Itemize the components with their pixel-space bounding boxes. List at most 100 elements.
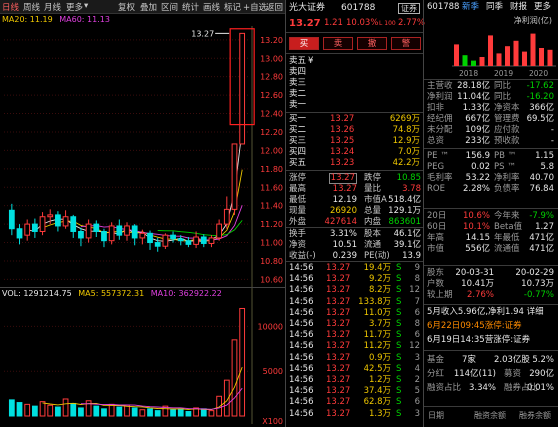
bid-row[interactable]: 买二 13.26 74.8万 bbox=[286, 125, 423, 136]
alert-button[interactable]: 警 bbox=[391, 37, 421, 50]
cancel-order-button[interactable]: 撤 bbox=[357, 37, 387, 50]
perf-cell: 流通值 bbox=[494, 244, 520, 254]
perf-row: 市值 556亿 流通值 471亿 bbox=[424, 244, 558, 255]
tick-time: 14:56 bbox=[289, 386, 314, 397]
stat-row: 现量 26920 总量 129.1万 bbox=[286, 206, 423, 217]
kline-chart-area[interactable]: MA20: 11.19 MA60: 11.13 13.20 13.00 12.80 1… bbox=[0, 14, 285, 427]
candle-body bbox=[177, 238, 184, 242]
bid-row[interactable]: 买四 13.24 7.0万 bbox=[286, 147, 423, 158]
news-item[interactable]: 6月22日09:45涨停:证券 bbox=[424, 321, 558, 332]
news-item[interactable]: 5月收入5.96亿,净利1.94 详细 bbox=[424, 307, 558, 318]
buy-button[interactable]: 买 bbox=[289, 37, 319, 50]
price-tick: 10.60 bbox=[260, 275, 283, 284]
profit-bar-chart bbox=[452, 33, 556, 67]
news-text[interactable]: 6月19日14:35营涨停:证券 bbox=[427, 335, 530, 346]
tick-price: 13.27 bbox=[326, 307, 351, 318]
stat-cell: 3.31% bbox=[329, 229, 357, 239]
perf-cell: 年高 bbox=[427, 233, 445, 243]
margin-balance-header: 融资余额 bbox=[474, 411, 506, 420]
bid-volume: 42.2万 bbox=[392, 158, 420, 168]
stock-code: 601788 bbox=[341, 3, 376, 13]
fin-cell: 未分配 bbox=[427, 125, 453, 135]
val-cell: 1.15 bbox=[535, 151, 554, 161]
ask-label: 卖二 bbox=[289, 89, 307, 99]
ask-row[interactable]: 卖三 bbox=[286, 78, 423, 89]
volume-bar bbox=[78, 407, 84, 417]
sector-tag[interactable]: 证券 bbox=[398, 3, 420, 14]
perf-cell: 14.15 bbox=[465, 233, 490, 243]
candle-body bbox=[239, 32, 246, 145]
range-button[interactable]: 区间 bbox=[161, 1, 178, 13]
fin-row: 经纪佣 667亿 管理费 69.5亿 bbox=[424, 114, 558, 125]
tick-time: 14:56 bbox=[289, 397, 314, 408]
add-watchlist-button[interactable]: +自选 bbox=[243, 1, 267, 13]
volume-bar bbox=[101, 408, 107, 417]
year-label: 2020 bbox=[529, 69, 549, 78]
tick-count: 3 bbox=[414, 408, 420, 419]
stat-cell: 市值A bbox=[364, 195, 387, 205]
volume-bar bbox=[147, 408, 153, 417]
fin-cell: 预收款 bbox=[494, 136, 520, 146]
fin-cell: 经纪佣 bbox=[427, 114, 453, 124]
news-text[interactable]: 5月收入5.96亿,净利1.94 详细 bbox=[427, 307, 544, 318]
price-line: 13.27 1.21 10.03% L 100 2.77% bbox=[286, 17, 425, 30]
bid-row[interactable]: 买一 13.27 6269万 bbox=[286, 114, 423, 125]
vol-ma10-label: MA10: 362922.22 bbox=[150, 289, 222, 298]
candle-body bbox=[8, 209, 15, 230]
price-tick: 12.20 bbox=[260, 128, 283, 137]
ask-row[interactable]: 卖四 bbox=[286, 67, 423, 78]
tab-more[interactable]: 更多 bbox=[534, 2, 551, 13]
overlay-button[interactable]: 叠加 bbox=[140, 1, 157, 13]
fund-cell: 290亿 bbox=[529, 369, 554, 379]
period-more[interactable]: 更多 bbox=[66, 1, 83, 13]
price-pct: 10.03% bbox=[346, 18, 379, 28]
news-item[interactable]: 6月19日14:35营涨停:证券 bbox=[424, 335, 558, 346]
mark-button[interactable]: 标记 bbox=[224, 1, 241, 13]
ask-row[interactable]: 卖二 bbox=[286, 89, 423, 100]
perf-cell: 市值 bbox=[427, 244, 445, 254]
tick-price: 13.27 bbox=[326, 363, 351, 374]
bid-row[interactable]: 买三 13.25 12.9万 bbox=[286, 136, 423, 147]
val-cell: 净利率 bbox=[494, 173, 520, 183]
candle-body bbox=[39, 216, 46, 232]
period-daily[interactable]: 日线 bbox=[2, 1, 19, 13]
val-cell: 53.22 bbox=[465, 173, 490, 183]
tab-new-quarter[interactable]: 新季 bbox=[462, 2, 479, 13]
tick-side: S bbox=[396, 397, 402, 408]
more-arrow-icon[interactable]: ▾ bbox=[84, 1, 88, 11]
ask-row[interactable]: 卖一 bbox=[286, 100, 423, 111]
volume-bar bbox=[55, 406, 61, 417]
draw-button[interactable]: 画线 bbox=[203, 1, 220, 13]
tab-same-quarter[interactable]: 同季 bbox=[486, 2, 503, 13]
holder-row: 户数 10.41万 10.73万 bbox=[424, 279, 558, 290]
bid-label: 买二 bbox=[289, 125, 307, 135]
price-tick: 11.40 bbox=[260, 202, 283, 211]
fin-cell: 净利润 bbox=[427, 92, 453, 102]
tick-count: 12 bbox=[409, 341, 420, 352]
news-text[interactable]: 6月22日09:45涨停:证券 bbox=[427, 321, 522, 332]
stat-cell: 现量 bbox=[289, 206, 307, 216]
bid-volume: 12.9万 bbox=[392, 136, 420, 146]
period-monthly[interactable]: 月线 bbox=[44, 1, 61, 13]
tick-side: S bbox=[396, 274, 402, 285]
period-weekly[interactable]: 周线 bbox=[23, 1, 40, 13]
stat-cell: 10.85 bbox=[396, 173, 421, 183]
quote-panel: 光大证券 601788 证券 13.27 1.21 10.03% L 100 2… bbox=[285, 0, 425, 427]
tick-side: S bbox=[396, 352, 402, 363]
fund-cell: 基金 bbox=[427, 355, 445, 365]
stats-button[interactable]: 统计 bbox=[182, 1, 199, 13]
tick-price: 13.27 bbox=[326, 341, 351, 352]
back-button[interactable]: 返回 bbox=[266, 1, 283, 13]
ask-label: 卖一 bbox=[289, 100, 307, 110]
tick-time: 14:56 bbox=[289, 307, 314, 318]
f10-panel: 601788 新季 同季 财报 更多 净利润(亿) 2018 2019 2020… bbox=[423, 0, 558, 427]
fuquan-button[interactable]: 复权 bbox=[118, 1, 135, 13]
fin-cell: 28.18亿 bbox=[457, 81, 490, 91]
ask-row[interactable]: 卖五 ¥ bbox=[286, 56, 423, 67]
bid-row[interactable]: 买五 13.23 42.2万 bbox=[286, 158, 423, 169]
tick-time: 14:56 bbox=[289, 263, 314, 273]
tab-report[interactable]: 财报 bbox=[510, 2, 527, 13]
price-tick: 12.80 bbox=[260, 73, 283, 82]
sell-button[interactable]: 卖 bbox=[323, 37, 353, 50]
bid-price: 13.27 bbox=[330, 114, 355, 124]
